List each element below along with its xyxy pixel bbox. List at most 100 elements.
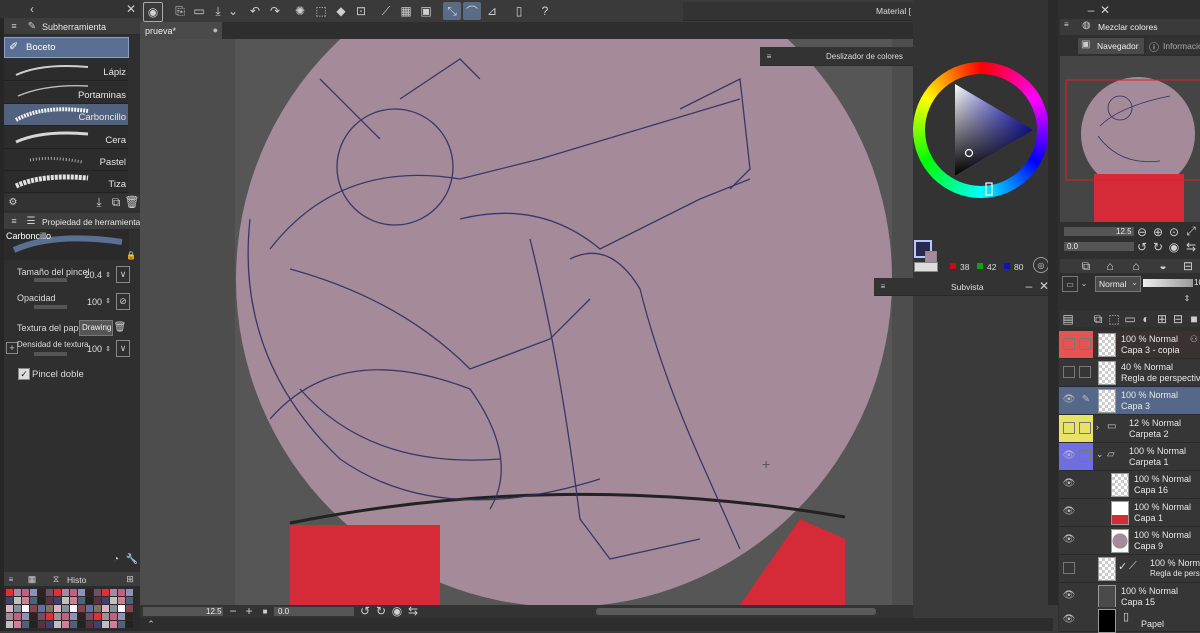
fit-icon[interactable]: ■: [260, 605, 270, 617]
tool-reset-icon[interactable]: ◔: [110, 553, 122, 565]
brush-item-lapiz[interactable]: Lápiz: [4, 59, 128, 81]
close-icon[interactable]: ✕: [124, 2, 138, 16]
fit-icon[interactable]: ⊙: [1169, 225, 1179, 239]
zoom-in-icon[interactable]: +: [244, 604, 254, 618]
minimize-icon[interactable]: –: [1086, 3, 1096, 17]
eye-icon[interactable]: 👁: [1062, 590, 1076, 602]
color-swatch[interactable]: [62, 597, 69, 604]
color-mode-icon[interactable]: ◎: [1033, 257, 1049, 273]
trash-icon[interactable]: 🗑: [124, 195, 139, 209]
rotate-right-icon[interactable]: ↻: [376, 604, 386, 618]
stabilizer-line-icon[interactable]: ⤡: [443, 2, 461, 20]
flip-icon[interactable]: ⇆: [408, 604, 418, 618]
chevron-right-icon[interactable]: ›: [1096, 422, 1099, 432]
layer-color-icon[interactable]: ▭: [1062, 276, 1078, 292]
color-swatch[interactable]: [86, 621, 93, 628]
color-swatch[interactable]: [94, 605, 101, 612]
color-swatch[interactable]: [118, 613, 125, 620]
color-swatch[interactable]: [78, 613, 85, 620]
texture-density-value[interactable]: 100: [78, 344, 102, 354]
subtool-menu-icon[interactable]: ≡: [8, 19, 20, 33]
brush-size-slider[interactable]: [34, 278, 67, 282]
new-raster-layer-icon[interactable]: ⧉: [1092, 312, 1104, 326]
transparent-swatch[interactable]: [914, 262, 938, 272]
chevron-down-icon[interactable]: ⌄: [228, 2, 238, 20]
layer-row-capa-9[interactable]: 👁 100 % Normal Capa 9: [1059, 527, 1200, 555]
expand-icon[interactable]: ⤢: [1186, 224, 1196, 238]
color-swatch[interactable]: [86, 597, 93, 604]
color-swatch[interactable]: [78, 597, 85, 604]
color-swatch[interactable]: [102, 589, 109, 596]
rotation-value[interactable]: 0.0: [278, 607, 289, 616]
brush-size-value[interactable]: 20.4: [78, 270, 102, 280]
color-swatch[interactable]: [30, 597, 37, 604]
transform-icon[interactable]: ⊡: [352, 2, 370, 20]
new-vector-layer-icon[interactable]: ⬚: [1108, 312, 1120, 326]
app-logo-icon[interactable]: ◉: [143, 2, 163, 22]
loading-icon[interactable]: ✺: [291, 2, 309, 20]
color-swatch[interactable]: [62, 621, 69, 628]
blend-mode-select[interactable]: Normal ⌄: [1095, 276, 1141, 292]
color-swatch[interactable]: [14, 605, 21, 612]
rotate-right-icon[interactable]: ↻: [1153, 240, 1163, 254]
pressure-toggle-icon[interactable]: ∨: [116, 340, 130, 357]
special-ruler-icon[interactable]: ▣: [417, 2, 435, 20]
stabilizer-angle-icon[interactable]: ⊿: [483, 2, 501, 20]
grid-snap-icon[interactable]: ▦: [397, 2, 415, 20]
color-swatch[interactable]: [38, 605, 45, 612]
canvas-viewport[interactable]: +: [140, 39, 913, 605]
panel-menu-icon[interactable]: ≡: [6, 572, 16, 586]
color-swatch[interactable]: [6, 605, 13, 612]
auto-action-icon[interactable]: ⊟: [1182, 259, 1194, 273]
panel-menu-icon[interactable]: ≡: [878, 279, 888, 293]
color-swatch[interactable]: [78, 589, 85, 596]
color-swatch[interactable]: [126, 589, 133, 596]
save-icon[interactable]: ⤓: [209, 2, 227, 20]
layers-icon[interactable]: ⧉: [1080, 259, 1092, 273]
layer-row-carpeta-1[interactable]: 👁 ⌄ ▱ 100 % Normal Carpeta 1: [1059, 443, 1200, 471]
tablet-icon[interactable]: ▯: [510, 2, 528, 20]
color-swatch[interactable]: [14, 589, 21, 596]
color-swatch[interactable]: [38, 589, 45, 596]
chevron-down-icon[interactable]: ⌄: [1079, 276, 1089, 290]
color-swatch[interactable]: [22, 589, 29, 596]
stepper-icon[interactable]: ⇕: [104, 341, 112, 357]
color-swatch[interactable]: [110, 613, 117, 620]
animation-icon[interactable]: ◒: [1157, 259, 1169, 273]
layer-row-papel[interactable]: 👁 ▯ Papel: [1059, 607, 1200, 633]
stepper-icon[interactable]: ⇕: [104, 267, 112, 283]
color-swatch[interactable]: [46, 597, 53, 604]
flip-icon[interactable]: ⇆: [1186, 240, 1196, 254]
navigator-zoom-value[interactable]: 12.5: [1116, 227, 1132, 236]
eye-icon[interactable]: 👁: [1062, 534, 1076, 546]
color-swatch[interactable]: [94, 597, 101, 604]
subtool-group-boceto[interactable]: ✐ Boceto: [4, 37, 129, 58]
eye-icon[interactable]: 👁: [1062, 506, 1076, 518]
eye-icon[interactable]: 👁: [1062, 450, 1076, 462]
color-swatch[interactable]: [54, 613, 61, 620]
color-swatch[interactable]: [110, 621, 117, 628]
color-swatch[interactable]: [30, 605, 37, 612]
color-swatch[interactable]: [14, 621, 21, 628]
palette-icon[interactable]: ▦: [26, 572, 38, 586]
stabilizer-curve-icon[interactable]: ⌒: [463, 2, 481, 20]
layer-row-regla-perspe[interactable]: ✓ ⟋ 100 % Normal Regla de perspe: [1059, 555, 1200, 583]
color-swatch[interactable]: [70, 605, 77, 612]
horizontal-scrollbar[interactable]: [596, 608, 876, 615]
right-scrollbar[interactable]: [1048, 0, 1058, 605]
eye-icon[interactable]: 👁: [1062, 394, 1076, 406]
visibility-toggle[interactable]: [1063, 366, 1075, 378]
color-swatch[interactable]: [78, 621, 85, 628]
brush-item-carboncillo[interactable]: Carboncillo: [4, 104, 128, 126]
tab-info[interactable]: ⓘ Informació: [1146, 38, 1200, 54]
color-swatch[interactable]: [46, 589, 53, 596]
color-swatch[interactable]: [22, 605, 29, 612]
visibility-toggle[interactable]: [1063, 422, 1075, 434]
color-swatch[interactable]: [54, 597, 61, 604]
color-swatch[interactable]: [70, 597, 77, 604]
color-swatch[interactable]: [6, 597, 13, 604]
color-swatch[interactable]: [46, 605, 53, 612]
color-swatch[interactable]: [46, 613, 53, 620]
tab-mix-colors[interactable]: ≡ ◍ Mezclar colores: [1060, 19, 1200, 35]
color-swatch[interactable]: [46, 621, 53, 628]
